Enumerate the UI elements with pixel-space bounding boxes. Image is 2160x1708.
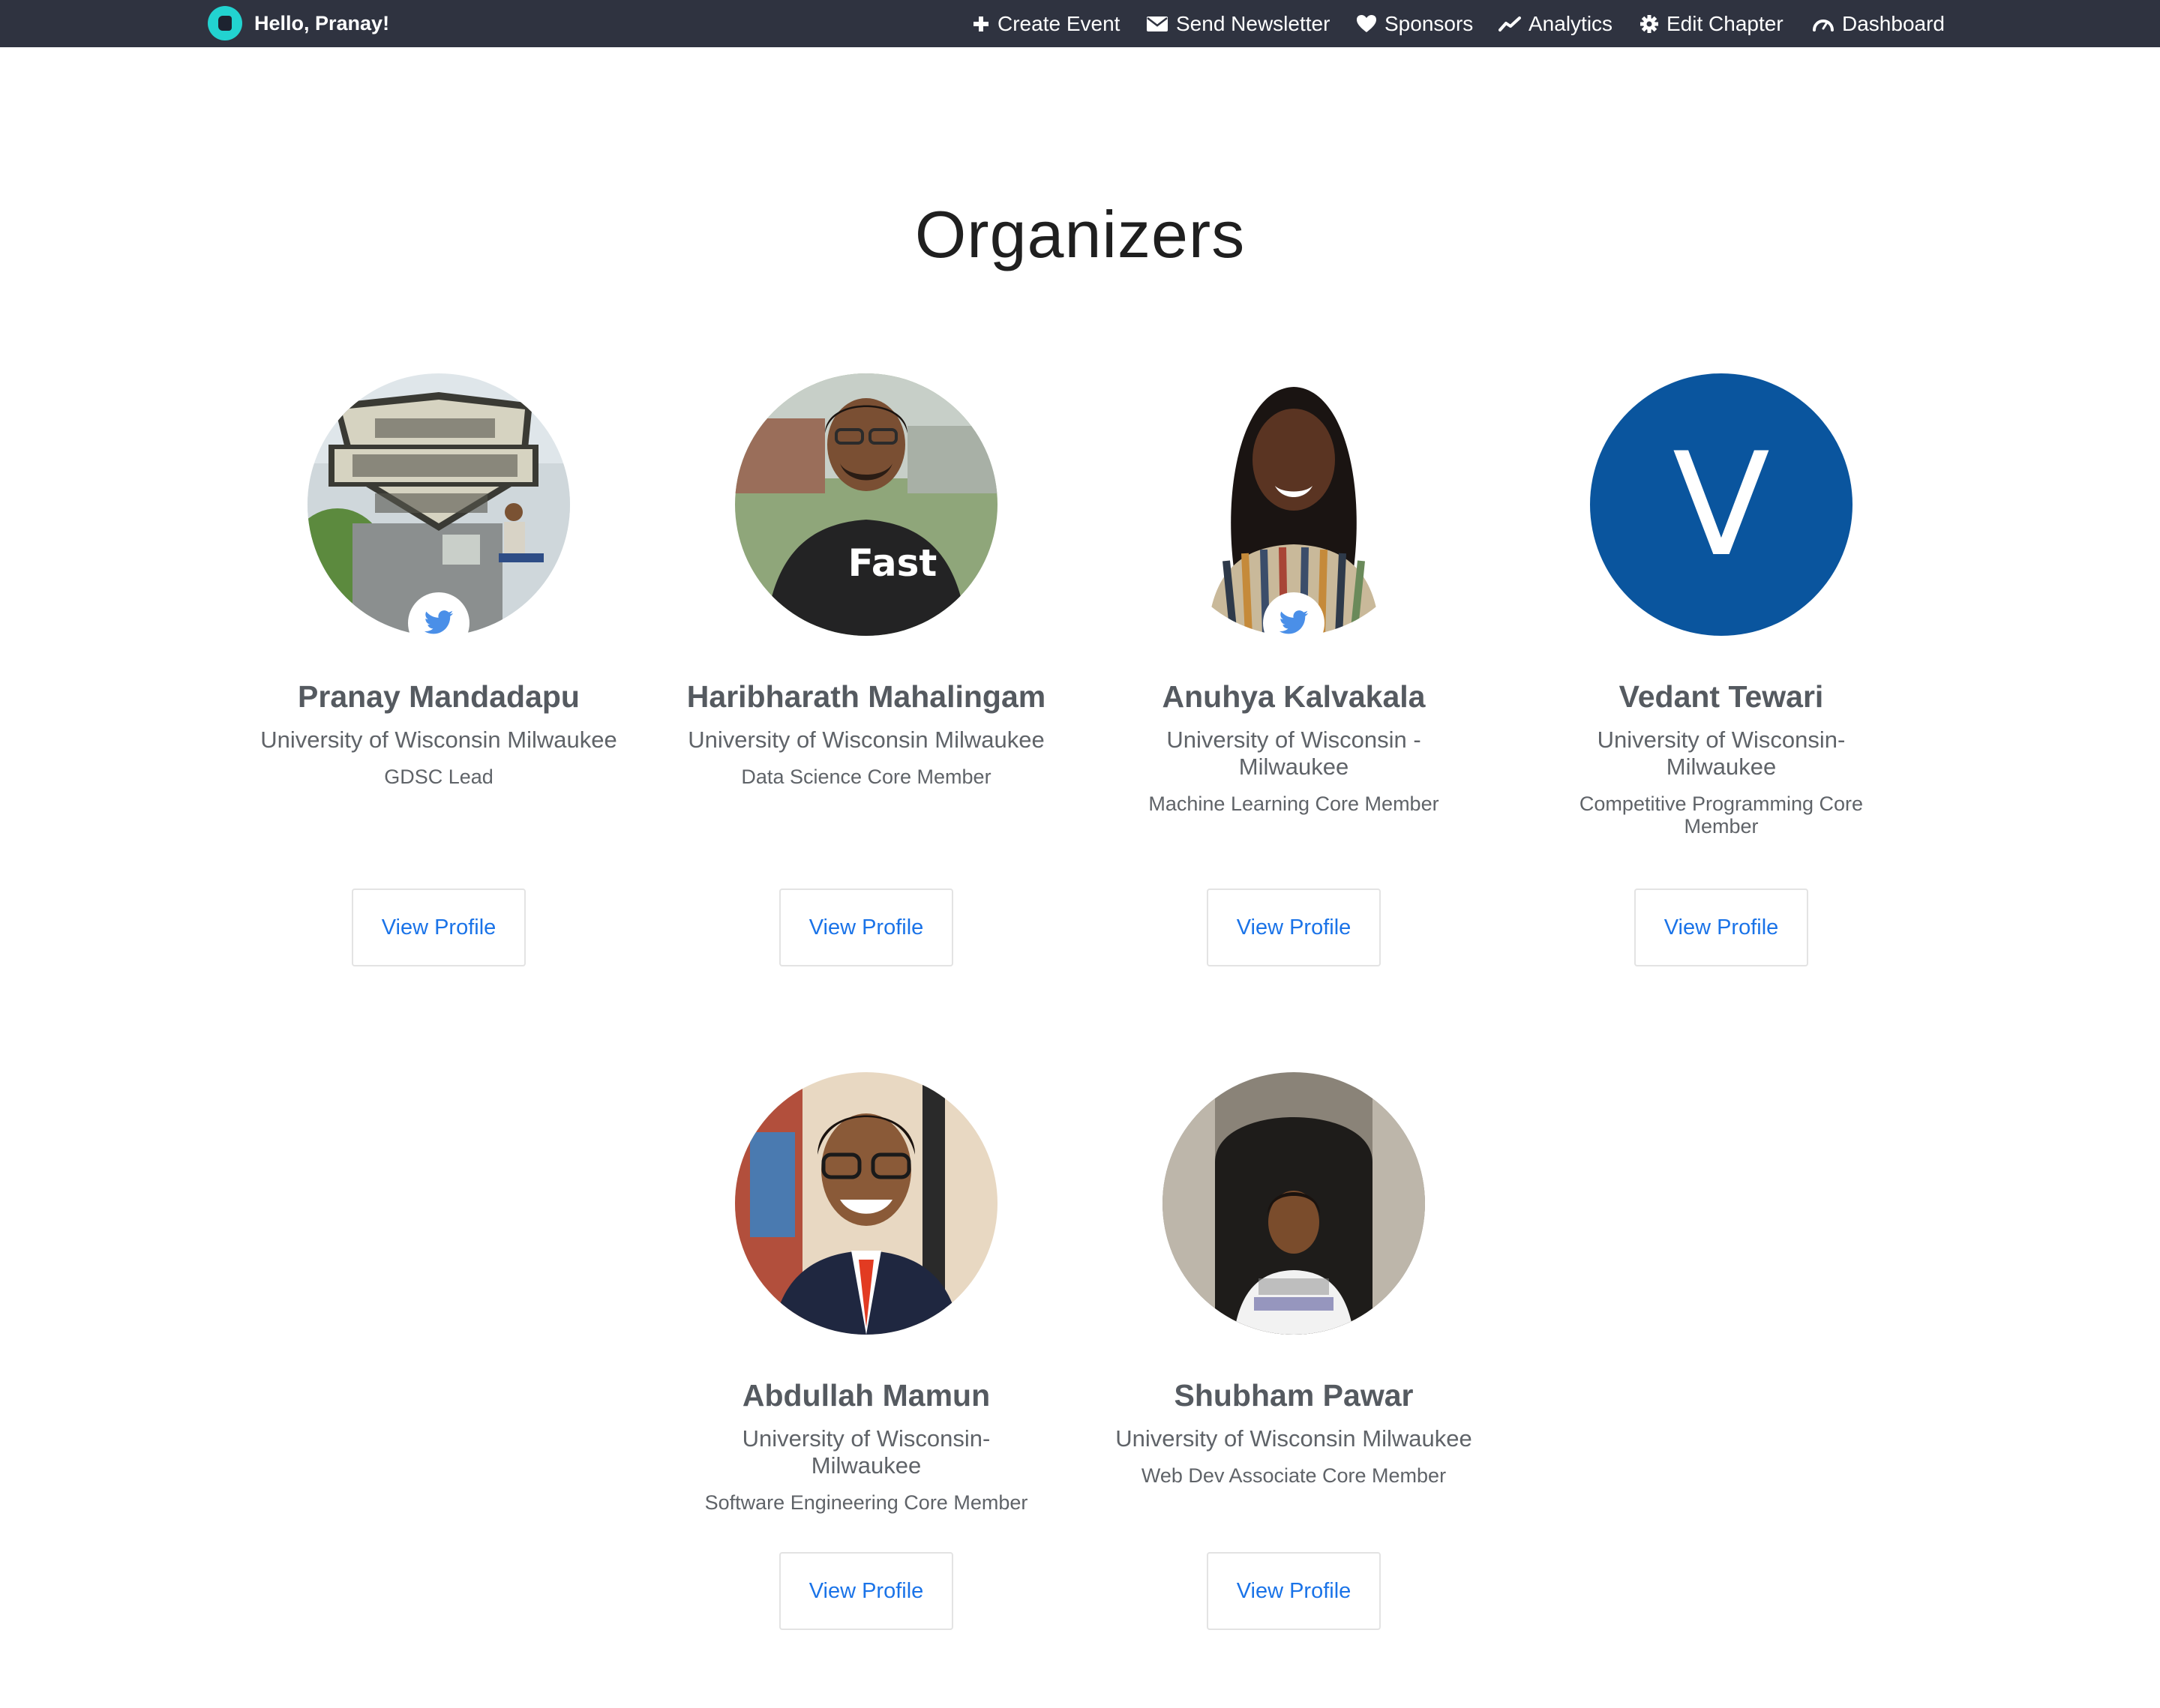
view-profile-button[interactable]: View Profile: [779, 1552, 953, 1630]
organizer-card: V Vedant Tewari University of Wisconsin-…: [1541, 373, 1901, 838]
avatar-wrapper: [735, 1072, 998, 1335]
organizer-university: University of Wisconsin - Milwaukee: [1166, 727, 1421, 780]
nav-sponsors-label: Sponsors: [1384, 11, 1474, 35]
avatar-wrapper: [1162, 373, 1425, 654]
trend-line-icon: [1498, 16, 1521, 32]
organizer-card: Fast Haribharath Mahalingam University o…: [686, 373, 1046, 788]
view-profile-button[interactable]: View Profile: [779, 888, 953, 966]
twitter-badge[interactable]: [1263, 592, 1324, 654]
twitter-icon: [1279, 610, 1309, 634]
brand[interactable]: Hello, Pranay!: [208, 6, 389, 40]
organizer-role: Web Dev Associate Core Member: [1141, 1464, 1447, 1487]
avatar-wrapper: [1162, 1072, 1425, 1335]
community-logo-icon: [208, 6, 242, 40]
letter-avatar: V: [1590, 373, 1852, 636]
nav-sponsors[interactable]: Sponsors: [1356, 0, 1473, 47]
nav-analytics[interactable]: Analytics: [1498, 0, 1612, 47]
view-profile-button[interactable]: View Profile: [352, 888, 526, 966]
organizer-role: Machine Learning Core Member: [1148, 793, 1439, 815]
organizer-university: University of Wisconsin- Milwaukee: [1597, 727, 1846, 780]
organizer-role: GDSC Lead: [384, 766, 494, 788]
twitter-icon: [424, 610, 454, 634]
organizer-name: Shubham Pawar: [1174, 1378, 1414, 1413]
avatar-wrapper: Fast: [735, 373, 998, 636]
nav-send-newsletter[interactable]: Send Newsletter: [1146, 0, 1330, 47]
avatar-wrapper: [308, 373, 570, 654]
nav-create-event[interactable]: Create Event: [972, 0, 1120, 47]
organizer-name: Anuhya Kalvakala: [1162, 679, 1426, 714]
organizer-role: Software Engineering Core Member: [704, 1491, 1028, 1514]
nav-dashboard-label: Dashboard: [1842, 11, 1945, 35]
organizer-name: Vedant Tewari: [1618, 679, 1824, 714]
svg-text:Fast: Fast: [848, 541, 938, 585]
nav-edit-chapter[interactable]: Edit Chapter: [1640, 0, 1784, 47]
view-profile-button[interactable]: View Profile: [1207, 888, 1381, 966]
avatar: Fast: [735, 373, 998, 636]
organizer-university: University of Wisconsin Milwaukee: [688, 727, 1045, 753]
greeting-text: Hello, Pranay!: [254, 11, 390, 34]
organizer-card: Anuhya Kalvakala University of Wisconsin…: [1114, 373, 1474, 815]
organizer-card: Pranay Mandadapu University of Wisconsin…: [259, 373, 619, 788]
organizer-name: Abdullah Mamun: [742, 1378, 991, 1413]
view-profile-button[interactable]: View Profile: [1634, 888, 1808, 966]
view-profile-button[interactable]: View Profile: [1207, 1552, 1381, 1630]
organizer-card: Shubham Pawar University of Wisconsin Mi…: [1114, 1072, 1474, 1487]
top-navbar: Hello, Pranay! Create Event Send Newslet…: [0, 0, 2160, 47]
organizer-university: University of Wisconsin Milwaukee: [260, 727, 617, 753]
speedometer-icon: [1812, 16, 1834, 32]
envelope-icon: [1146, 15, 1168, 33]
nav-analytics-label: Analytics: [1528, 11, 1613, 35]
avatar: [735, 1072, 998, 1335]
heart-icon: [1356, 14, 1377, 34]
organizer-name: Haribharath Mahalingam: [686, 679, 1046, 714]
organizer-name: Pranay Mandadapu: [298, 679, 580, 714]
organizer-role: Data Science Core Member: [741, 766, 992, 788]
nav-create-event-label: Create Event: [998, 11, 1120, 35]
organizer-role: Competitive Programming Core Member: [1579, 793, 1864, 838]
gear-icon: [1640, 14, 1659, 34]
organizer-university: University of Wisconsin Milwaukee: [1115, 1425, 1472, 1452]
avatar: [1162, 1072, 1425, 1335]
nav-send-newsletter-label: Send Newsletter: [1176, 11, 1330, 35]
page-title: Organizers: [914, 197, 1246, 271]
nav-edit-chapter-label: Edit Chapter: [1666, 11, 1784, 35]
avatar-wrapper: V: [1590, 373, 1852, 636]
twitter-badge[interactable]: [408, 592, 470, 654]
avatar-letter: V: [1672, 421, 1770, 588]
organizer-university: University of Wisconsin- Milwaukee: [742, 1425, 991, 1479]
nav-dashboard[interactable]: Dashboard: [1812, 0, 1945, 47]
plus-icon: [972, 15, 990, 33]
organizer-card: Abdullah Mamun University of Wisconsin- …: [686, 1072, 1046, 1514]
